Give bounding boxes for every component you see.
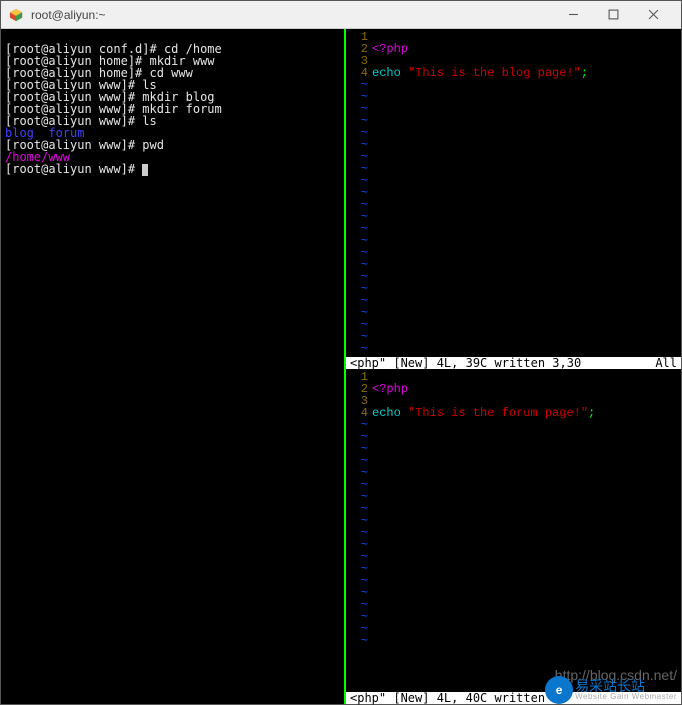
minimize-button[interactable] — [553, 1, 593, 28]
string-literal: "This is the forum page!" — [408, 406, 588, 420]
php-open-tag: <?php — [372, 42, 408, 56]
terminal-body[interactable]: [root@aliyun conf.d]# cd /home [root@ali… — [1, 29, 681, 704]
xshell-window: root@aliyun:~ [root@aliyun conf.d]# cd /… — [0, 0, 682, 705]
vim-status-bar: <php" [New] 4L, 40C written 4 — [346, 692, 681, 704]
prompt: [root@aliyun www]# — [5, 162, 142, 176]
editor-top-pane[interactable]: 1234~~~~~~~~~~~~~~~~~~~~~~~ <?php echo "… — [346, 29, 681, 369]
code-area[interactable]: <?php echo "This is the forum page!"; ht… — [372, 371, 681, 692]
echo-keyword: echo — [372, 66, 408, 80]
close-button[interactable] — [633, 1, 673, 28]
code-area[interactable]: <?php echo "This is the blog page!"; — [372, 31, 588, 357]
php-open-tag: <?php — [372, 382, 408, 396]
window-title: root@aliyun:~ — [31, 8, 553, 22]
echo-keyword: echo — [372, 406, 408, 420]
line-gutter: 1234~~~~~~~~~~~~~~~~~~~ — [346, 371, 372, 692]
string-literal: "This is the blog page!" — [408, 66, 581, 80]
cmd: pwd — [142, 138, 164, 152]
titlebar[interactable]: root@aliyun:~ — [1, 1, 681, 29]
app-icon — [9, 8, 23, 22]
cursor — [142, 164, 148, 176]
line-gutter: 1234~~~~~~~~~~~~~~~~~~~~~~~ — [346, 31, 372, 357]
editor-column: 1234~~~~~~~~~~~~~~~~~~~~~~~ <?php echo "… — [346, 29, 681, 704]
editor-bottom-pane[interactable]: 1234~~~~~~~~~~~~~~~~~~~ <?php echo "This… — [346, 369, 681, 704]
cmd: ls — [142, 114, 156, 128]
vim-status-bar: <php" [New] 4L, 39C written 3,30 All — [346, 357, 681, 369]
semicolon: ; — [588, 406, 595, 420]
shell-pane[interactable]: [root@aliyun conf.d]# cd /home [root@ali… — [1, 29, 344, 704]
maximize-button[interactable] — [593, 1, 633, 28]
watermark-url: http://blog.csdn.net/ — [555, 668, 677, 682]
semicolon: ; — [581, 66, 588, 80]
